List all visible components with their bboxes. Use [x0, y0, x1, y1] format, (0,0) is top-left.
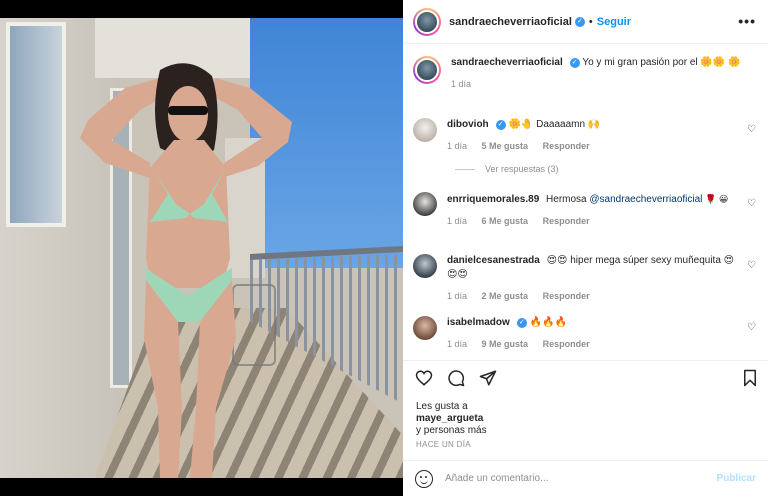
comment-row: danielcesanestrada 😍😍 hiper mega súper s…: [413, 254, 758, 303]
comment-like-heart-icon[interactable]: ♡: [747, 322, 756, 333]
comment-meta: 1 día 2 Me gusta Responder: [447, 289, 737, 303]
likes-summary: Les gusta a maye_argueta y personas más: [416, 401, 487, 437]
comment-username[interactable]: isabelmadow: [447, 317, 510, 328]
verified-badge-icon: ✓: [574, 16, 585, 27]
caption-text: Yo y mi gran pasión por el 🌼🌼 🌼: [582, 57, 741, 68]
comment-input[interactable]: [445, 473, 695, 484]
comment-like-heart-icon[interactable]: ♡: [747, 124, 756, 135]
comment-icon[interactable]: [447, 369, 465, 387]
more-options-icon[interactable]: •••: [738, 13, 756, 29]
comment-meta: 1 día 5 Me gusta Responder: [447, 139, 737, 153]
comment-text-block: danielcesanestrada 😍😍 hiper mega súper s…: [447, 254, 737, 303]
heart-icon[interactable]: [415, 369, 433, 387]
likes-user[interactable]: maye_argueta: [416, 413, 487, 425]
comment-meta: 1 día 9 Me gusta Responder: [447, 337, 737, 351]
caption-meta: 1 día: [451, 77, 741, 91]
comment-text-block: enrriquemorales.89 Hermosa @sandraecheve…: [447, 192, 737, 228]
comment-likes[interactable]: 5 Me gusta: [482, 141, 529, 151]
post-actions: Les gusta a maye_argueta y personas más …: [403, 360, 768, 460]
action-icons: [415, 369, 497, 387]
reply-button[interactable]: Responder: [543, 141, 590, 151]
comment-mention[interactable]: @sandraecheverriaoficial: [589, 194, 702, 205]
comment-meta: 1 día 6 Me gusta Responder: [447, 214, 737, 228]
caption-time[interactable]: 1 día: [451, 79, 471, 89]
post-header: sandraecheverriaoficial ✓ • Seguir •••: [403, 0, 768, 44]
emoji-icon[interactable]: [415, 469, 433, 488]
author-username[interactable]: sandraecheverriaoficial: [449, 16, 572, 28]
bookmark-icon[interactable]: [742, 369, 758, 387]
commenter-avatar[interactable]: [413, 316, 437, 340]
post-photo[interactable]: [0, 18, 403, 478]
comment-text-block: dibovioh ✓ 🌼🤚 Daaaaamn 🙌 1 día 5 Me gusta…: [447, 118, 737, 153]
comment-like-heart-icon[interactable]: ♡: [747, 260, 756, 271]
replies-line: [455, 168, 475, 170]
comment-username[interactable]: enrriquemorales.89: [447, 194, 539, 205]
comment-like-heart-icon[interactable]: ♡: [747, 198, 756, 209]
comment-time[interactable]: 1 día: [447, 291, 467, 301]
author-avatar-image: [415, 9, 439, 34]
comment-text: Hermosa: [546, 194, 587, 205]
view-replies-label: Ver respuestas (3): [485, 164, 559, 174]
caption-avatar-image: [415, 58, 439, 82]
verified-badge-icon: ✓: [495, 120, 506, 130]
comment-time[interactable]: 1 día: [447, 141, 467, 151]
reply-button[interactable]: Responder: [543, 216, 590, 226]
post-time[interactable]: HACE UN DÍA: [416, 440, 471, 449]
reply-button[interactable]: Responder: [543, 339, 590, 349]
comment-likes[interactable]: 2 Me gusta: [482, 291, 529, 301]
comments-list[interactable]: sandraecheverriaoficial ✓ Yo y mi gran pa…: [403, 44, 768, 360]
comment-time[interactable]: 1 día: [447, 216, 467, 226]
commenter-avatar[interactable]: [413, 192, 437, 216]
likes-prefix: Les gusta a: [416, 401, 468, 412]
caption-avatar[interactable]: [413, 56, 441, 84]
verified-badge-icon: ✓: [516, 318, 527, 328]
likes-suffix[interactable]: y personas más: [416, 425, 487, 437]
comment-text-block: isabelmadow ✓ 🔥🔥🔥 1 día 9 Me gusta Respon…: [447, 316, 737, 351]
caption-username[interactable]: sandraecheverriaoficial: [451, 57, 563, 68]
comment-likes[interactable]: 6 Me gusta: [482, 216, 529, 226]
comment-likes[interactable]: 9 Me gusta: [482, 339, 529, 349]
comment-username[interactable]: danielcesanestrada: [447, 255, 540, 266]
comment-username[interactable]: dibovioh: [447, 119, 489, 130]
commenter-avatar[interactable]: [413, 118, 437, 142]
comment-text: 🔥🔥🔥: [529, 317, 567, 328]
author-avatar[interactable]: [413, 7, 441, 36]
post-details-panel: sandraecheverriaoficial ✓ • Seguir ••• s…: [403, 0, 768, 496]
view-replies-button[interactable]: Ver respuestas (3): [455, 164, 559, 174]
share-icon[interactable]: [479, 369, 497, 387]
publish-button[interactable]: Publicar: [717, 473, 756, 484]
comment-row: enrriquemorales.89 Hermosa @sandraecheve…: [413, 192, 758, 228]
comment-composer: Publicar: [403, 460, 768, 496]
caption-row: sandraecheverriaoficial ✓ Yo y mi gran pa…: [413, 56, 758, 91]
comment-text: 🌼🤚 Daaaaamn 🙌: [508, 119, 601, 130]
follow-button[interactable]: Seguir: [597, 16, 631, 28]
comment-time[interactable]: 1 día: [447, 339, 467, 349]
photo-person: [80, 63, 292, 478]
comment-row: dibovioh ✓ 🌼🤚 Daaaaamn 🙌 1 día 5 Me gusta…: [413, 118, 758, 153]
comment-row: isabelmadow ✓ 🔥🔥🔥 1 día 9 Me gusta Respon…: [413, 316, 758, 351]
commenter-avatar[interactable]: [413, 254, 437, 278]
header-separator: •: [588, 15, 593, 28]
verified-badge-icon: ✓: [569, 58, 580, 68]
caption-text-block: sandraecheverriaoficial ✓ Yo y mi gran pa…: [451, 56, 741, 91]
comment-suffix: 🌹 😀: [705, 194, 729, 204]
reply-button[interactable]: Responder: [543, 291, 590, 301]
post-modal: sandraecheverriaoficial ✓ • Seguir ••• s…: [0, 0, 768, 496]
